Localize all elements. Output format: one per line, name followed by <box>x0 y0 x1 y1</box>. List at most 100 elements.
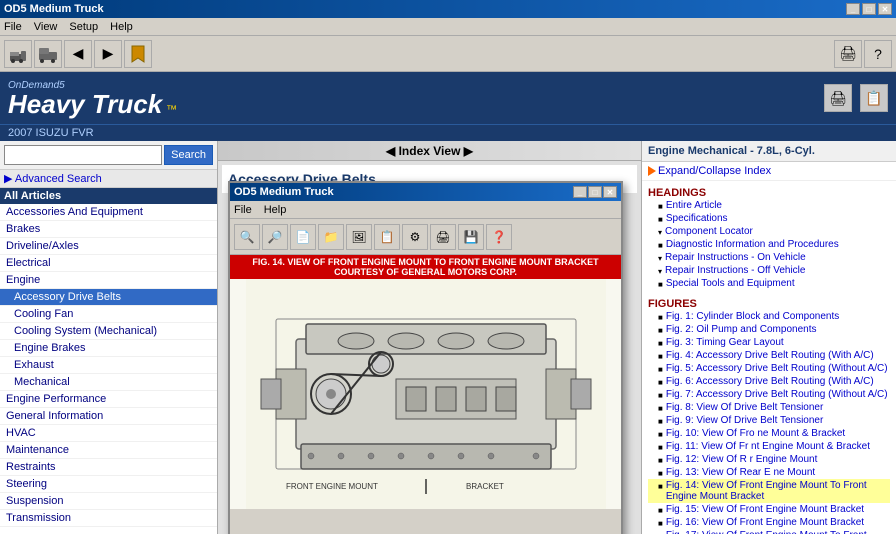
svg-text:FRONT ENGINE MOUNT: FRONT ENGINE MOUNT <box>286 482 378 491</box>
figure-item-6[interactable]: ■Fig. 7: Accessory Drive Belt Routing (W… <box>648 388 890 401</box>
figure-item-4[interactable]: ■Fig. 5: Accessory Drive Belt Routing (W… <box>648 362 890 375</box>
nav-item-14[interactable]: Maintenance <box>0 442 217 459</box>
menu-help[interactable]: Help <box>110 21 133 33</box>
dialog-tool-doc[interactable]: 📄 <box>290 224 316 250</box>
advanced-search-link[interactable]: ▶ Advanced Search <box>0 170 217 188</box>
menu-view[interactable]: View <box>34 21 58 33</box>
nav-item-4[interactable]: Engine <box>0 272 217 289</box>
nav-item-13[interactable]: HVAC <box>0 425 217 442</box>
figure-item-16[interactable]: ■Fig. 17: View Of Front Engine Mount To … <box>648 529 890 534</box>
nav-item-0[interactable]: Accessories And Equipment <box>0 204 217 221</box>
figure-item-9[interactable]: ■Fig. 10: View Of Fro ne Mount & Bracket <box>648 427 890 440</box>
minimize-btn[interactable]: _ <box>846 3 860 15</box>
dialog-tool-search[interactable]: 🔍 <box>234 224 260 250</box>
heading-item-1[interactable]: ■ Specifications <box>648 212 890 225</box>
nav-item-15[interactable]: Restraints <box>0 459 217 476</box>
nav-item-16[interactable]: Steering <box>0 476 217 493</box>
search-input[interactable] <box>4 145 162 165</box>
heading-item-5[interactable]: ▾ Repair Instructions - Off Vehicle <box>648 264 890 277</box>
close-btn[interactable]: ✕ <box>878 3 892 15</box>
right-panel: Engine Mechanical - 7.8L, 6-Cyl. Expand/… <box>641 141 896 534</box>
figure-item-15[interactable]: ■Fig. 16: View Of Front Engine Mount Bra… <box>648 516 890 529</box>
figure-item-11[interactable]: ■Fig. 12: View Of R r Engine Mount <box>648 453 890 466</box>
heading-item-3[interactable]: ■ Diagnostic Information and Procedures <box>648 238 890 251</box>
center-panel: ◀ Index View ▶ Accessory Drive Belts OD5… <box>218 141 641 534</box>
figure-item-1[interactable]: ■Fig. 2: Oil Pump and Components <box>648 323 890 336</box>
heading-item-2[interactable]: ▾ Component Locator <box>648 225 890 238</box>
figure-item-7[interactable]: ■Fig. 8: View Of Drive Belt Tensioner <box>648 401 890 414</box>
figure-item-2[interactable]: ■Fig. 3: Timing Gear Layout <box>648 336 890 349</box>
heading-item-4[interactable]: ▾ Repair Instructions - On Vehicle <box>648 251 890 264</box>
expand-icon <box>648 166 656 176</box>
dialog-title: OD5 Medium Truck <box>234 186 334 198</box>
forward-btn[interactable]: ▶ <box>94 40 122 68</box>
figure-item-10[interactable]: ■Fig. 11: View Of Fr nt Engine Mount & B… <box>648 440 890 453</box>
figures-section: FIGURES ■Fig. 1: Cylinder Block and Comp… <box>642 292 896 534</box>
bookmark-btn[interactable] <box>124 40 152 68</box>
help-btn[interactable]: ? <box>864 40 892 68</box>
back-btn[interactable]: ◀ <box>64 40 92 68</box>
dialog-tool-list[interactable]: 📋 <box>374 224 400 250</box>
logo-area: OnDemand5 Heavy Truck ™ 🖨 📋 <box>0 72 896 124</box>
menu-file[interactable]: File <box>4 21 22 33</box>
dialog-menu-file[interactable]: File <box>234 204 252 216</box>
vehicle-info: 2007 ISUZU FVR <box>0 124 896 141</box>
figure-item-3[interactable]: ■Fig. 4: Accessory Drive Belt Routing (W… <box>648 349 890 362</box>
figure-item-8[interactable]: ■Fig. 9: View Of Drive Belt Tensioner <box>648 414 890 427</box>
heading-item-0[interactable]: ■ Entire Article <box>648 199 890 212</box>
truck-icon-btn[interactable] <box>34 40 62 68</box>
dialog-tool-settings[interactable]: ⚙ <box>402 224 428 250</box>
dialog-maximize-btn[interactable]: □ <box>588 186 602 198</box>
all-articles-header: All Articles <box>0 188 217 204</box>
home-btn[interactable] <box>4 40 32 68</box>
menu-setup[interactable]: Setup <box>69 21 98 33</box>
nav-item-6[interactable]: Cooling Fan <box>0 306 217 323</box>
dialog-minimize-btn[interactable]: _ <box>573 186 587 198</box>
right-panel-header: Engine Mechanical - 7.8L, 6-Cyl. <box>642 141 896 162</box>
nav-item-8[interactable]: Engine Brakes <box>0 340 217 357</box>
app-title: OD5 Medium Truck <box>4 3 104 15</box>
figure-item-13[interactable]: ■Fig. 14: View Of Front Engine Mount To … <box>648 479 890 503</box>
nav-item-18[interactable]: Transmission <box>0 510 217 527</box>
headings-container: ■ Entire Article■ Specifications▾ Compon… <box>648 199 890 290</box>
figure-item-5[interactable]: ■Fig. 6: Accessory Drive Belt Routing (W… <box>648 375 890 388</box>
right-print-btn[interactable]: 🖨 <box>824 84 852 112</box>
expand-collapse-btn[interactable]: Expand/Collapse Index <box>658 165 771 177</box>
nav-item-2[interactable]: Driveline/Axles <box>0 238 217 255</box>
dialog-tool-save[interactable]: 💾 <box>458 224 484 250</box>
window-controls: _ □ ✕ <box>846 3 892 15</box>
dialog-tool-print[interactable]: 🖨 <box>430 224 456 250</box>
image-dialog: OD5 Medium Truck _ □ ✕ File Help 🔍 🔎 📄 📁 <box>228 181 623 534</box>
heading-item-6[interactable]: ■ Special Tools and Equipment <box>648 277 890 290</box>
nav-item-7[interactable]: Cooling System (Mechanical) <box>0 323 217 340</box>
left-panel: Search ▶ Advanced Search All Articles Ac… <box>0 141 218 534</box>
dialog-toolbar: 🔍 🔎 📄 📁 🖼 📋 ⚙ 🖨 💾 ❓ <box>230 219 621 255</box>
dialog-tool-help[interactable]: ❓ <box>486 224 512 250</box>
dialog-tool-image[interactable]: 🖼 <box>346 224 372 250</box>
dialog-window-controls: _ □ ✕ <box>573 186 617 198</box>
figure-item-0[interactable]: ■Fig. 1: Cylinder Block and Components <box>648 310 890 323</box>
headings-section: HEADINGS ■ Entire Article■ Specification… <box>642 181 896 292</box>
dialog-tool-zoom[interactable]: 🔎 <box>262 224 288 250</box>
nav-item-9[interactable]: Exhaust <box>0 357 217 374</box>
nav-item-10[interactable]: Mechanical <box>0 374 217 391</box>
maximize-btn[interactable]: □ <box>862 3 876 15</box>
index-bar: ◀ Index View ▶ <box>218 141 641 161</box>
dialog-close-btn[interactable]: ✕ <box>603 186 617 198</box>
right-help-btn[interactable]: 📋 <box>860 84 888 112</box>
nav-item-1[interactable]: Brakes <box>0 221 217 238</box>
dialog-caption: FIG. 14. VIEW OF FRONT ENGINE MOUNT TO F… <box>230 255 621 279</box>
nav-item-12[interactable]: General Information <box>0 408 217 425</box>
print-btn[interactable]: 🖨 <box>834 40 862 68</box>
search-button[interactable]: Search <box>164 145 213 165</box>
nav-item-5[interactable]: Accessory Drive Belts <box>0 289 217 306</box>
title-bar: OD5 Medium Truck _ □ ✕ <box>0 0 896 18</box>
nav-item-17[interactable]: Suspension <box>0 493 217 510</box>
nav-item-11[interactable]: Engine Performance <box>0 391 217 408</box>
figure-item-14[interactable]: ■Fig. 15: View Of Front Engine Mount Bra… <box>648 503 890 516</box>
nav-item-3[interactable]: Electrical <box>0 255 217 272</box>
figure-item-12[interactable]: ■Fig. 13: View Of Rear E ne Mount <box>648 466 890 479</box>
dialog-image-area: FRONT ENGINE MOUNT BRACKET <box>230 279 621 509</box>
dialog-tool-folder[interactable]: 📁 <box>318 224 344 250</box>
dialog-menu-help[interactable]: Help <box>264 204 287 216</box>
